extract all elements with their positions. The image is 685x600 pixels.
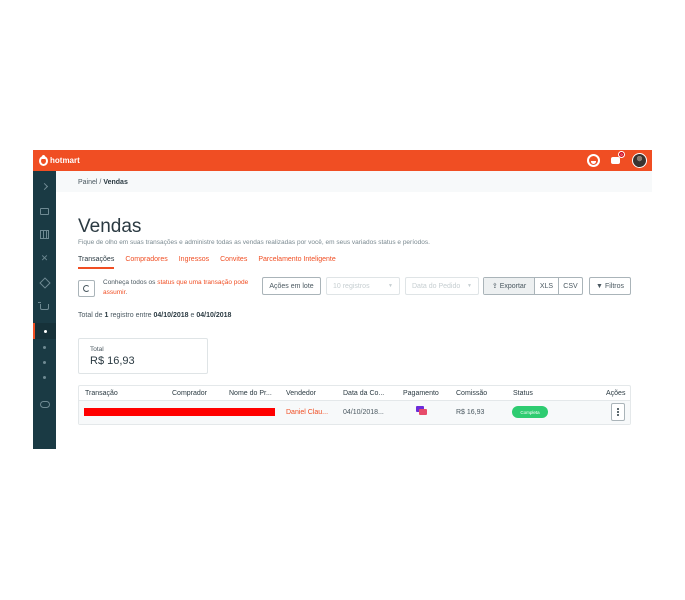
sidebar: ✕ bbox=[33, 171, 56, 449]
redacted-block bbox=[84, 408, 275, 416]
total-card: Total R$ 16,93 bbox=[78, 338, 208, 374]
sidebar-product-icon[interactable] bbox=[33, 275, 56, 291]
date-filter-value: Data do Pedido bbox=[412, 282, 461, 290]
dot-icon bbox=[43, 360, 46, 364]
column-header-status[interactable]: Status bbox=[513, 390, 533, 397]
total-label: Total bbox=[90, 346, 104, 353]
seller-link[interactable]: Daniel Clau... bbox=[286, 409, 328, 416]
filter-icon: ▼ bbox=[596, 282, 603, 290]
page-title: Vendas bbox=[78, 216, 142, 237]
filters-label: Filtros bbox=[604, 282, 624, 290]
sidebar-cart-icon[interactable] bbox=[33, 299, 56, 315]
page-subtitle: Fique de olho em suas transações e admin… bbox=[78, 239, 430, 246]
kebab-dot bbox=[617, 414, 619, 416]
summary-start-date: 04/10/2018 bbox=[153, 312, 189, 319]
breadcrumb: Painel / Vendas bbox=[78, 179, 128, 186]
sidebar-expand-chevron-icon[interactable] bbox=[33, 178, 56, 194]
top-bar: hotmart 9 bbox=[33, 150, 652, 171]
commission-value: R$ 16,93 bbox=[456, 409, 485, 416]
bulk-actions-label: Ações em lote bbox=[269, 282, 314, 290]
sidebar-dashboard-icon[interactable] bbox=[33, 203, 56, 219]
column-header-data[interactable]: Data da Co... bbox=[343, 390, 384, 397]
credit-card-icon bbox=[416, 406, 427, 415]
table-row[interactable]: Daniel Clau... 04/10/2018... R$ 16,93 Co… bbox=[79, 400, 630, 424]
summary-prefix: Total de bbox=[78, 312, 105, 319]
bulk-actions-button[interactable]: Ações em lote bbox=[262, 277, 321, 295]
refresh-button[interactable] bbox=[78, 280, 95, 297]
hint-suffix: . bbox=[125, 289, 128, 296]
sidebar-grid-icon[interactable] bbox=[33, 226, 56, 242]
status-hint: Conheça todos os status que uma transaçã… bbox=[103, 278, 253, 298]
xls-label: XLS bbox=[539, 282, 554, 290]
export-icon: ⇪ bbox=[491, 283, 498, 290]
sidebar-subitem-4[interactable] bbox=[33, 369, 56, 385]
help-icon[interactable] bbox=[587, 154, 600, 167]
sale-date: 04/10/2018... bbox=[343, 409, 384, 416]
chevron-down-icon: ▼ bbox=[388, 283, 393, 289]
logo-text: hotmart bbox=[50, 156, 80, 165]
transactions-table: Transação Comprador Nome do Pr... Vended… bbox=[78, 385, 631, 425]
column-header-vendedor[interactable]: Vendedor bbox=[286, 390, 316, 397]
dot-icon bbox=[43, 345, 46, 349]
messages-icon[interactable]: 9 bbox=[609, 151, 625, 167]
row-actions-button[interactable] bbox=[611, 403, 625, 421]
dot-icon bbox=[43, 375, 46, 379]
summary-middle: registro entre bbox=[108, 312, 154, 319]
page-size-select[interactable]: 10 registros ▼ bbox=[326, 277, 400, 295]
export-button[interactable]: ⇪ Exportar bbox=[484, 278, 534, 294]
records-summary: Total de 1 registro entre 04/10/2018 e 0… bbox=[78, 312, 231, 319]
tab-ingressos[interactable]: Ingressos bbox=[179, 256, 209, 269]
csv-label: CSV bbox=[563, 282, 578, 290]
flame-icon bbox=[39, 154, 48, 166]
export-group: ⇪ Exportar XLS CSV bbox=[483, 277, 583, 295]
app-window: hotmart 9 ✕ Painel / Vendas Vendas Fique… bbox=[33, 150, 652, 449]
tab-bar: Transações Compradores Ingressos Convite… bbox=[78, 256, 347, 269]
refresh-icon bbox=[83, 285, 90, 292]
main-content: Vendas Fique de olho em suas transações … bbox=[56, 192, 652, 449]
sidebar-chat-icon[interactable] bbox=[33, 396, 56, 412]
kebab-dot bbox=[617, 408, 619, 410]
page-size-value: 10 registros bbox=[333, 282, 370, 290]
hint-prefix: Conheça todos os bbox=[103, 279, 158, 286]
xls-button[interactable]: XLS bbox=[534, 278, 558, 294]
breadcrumb-parent[interactable]: Painel bbox=[78, 179, 97, 186]
status-badge: Completa bbox=[512, 406, 548, 418]
kebab-dot bbox=[617, 411, 619, 413]
tab-compradores[interactable]: Compradores bbox=[125, 256, 167, 269]
column-header-transacao[interactable]: Transação bbox=[85, 390, 118, 397]
sidebar-subitem-3[interactable] bbox=[33, 354, 56, 370]
column-header-pagamento[interactable]: Pagamento bbox=[403, 390, 439, 397]
export-label: Exportar bbox=[499, 282, 527, 290]
tab-convites[interactable]: Convites bbox=[220, 256, 247, 269]
sidebar-network-icon[interactable]: ✕ bbox=[33, 250, 56, 266]
date-filter-select[interactable]: Data do Pedido ▼ bbox=[405, 277, 479, 295]
sidebar-subitem-2[interactable] bbox=[33, 339, 56, 355]
column-header-produto[interactable]: Nome do Pr... bbox=[229, 390, 272, 397]
user-avatar[interactable] bbox=[632, 153, 647, 168]
filters-button[interactable]: ▼ Filtros bbox=[589, 277, 631, 295]
tab-parcelamento[interactable]: Parcelamento Inteligente bbox=[258, 256, 335, 269]
chevron-down-icon: ▼ bbox=[467, 283, 472, 289]
tab-transacoes[interactable]: Transações bbox=[78, 256, 115, 269]
column-header-acoes: Ações bbox=[606, 390, 626, 397]
sidebar-subitem-vendas[interactable] bbox=[33, 323, 56, 339]
column-header-comprador[interactable]: Comprador bbox=[172, 390, 207, 397]
breadcrumb-current: Vendas bbox=[103, 179, 128, 186]
csv-button[interactable]: CSV bbox=[558, 278, 582, 294]
dot-icon bbox=[44, 329, 47, 333]
hotmart-logo[interactable]: hotmart bbox=[39, 154, 80, 167]
column-header-comissao[interactable]: Comissão bbox=[456, 390, 487, 397]
summary-end-date: 04/10/2018 bbox=[196, 312, 232, 319]
notification-badge: 9 bbox=[618, 151, 625, 158]
breadcrumb-separator: / bbox=[99, 179, 102, 186]
total-value: R$ 16,93 bbox=[90, 355, 135, 367]
